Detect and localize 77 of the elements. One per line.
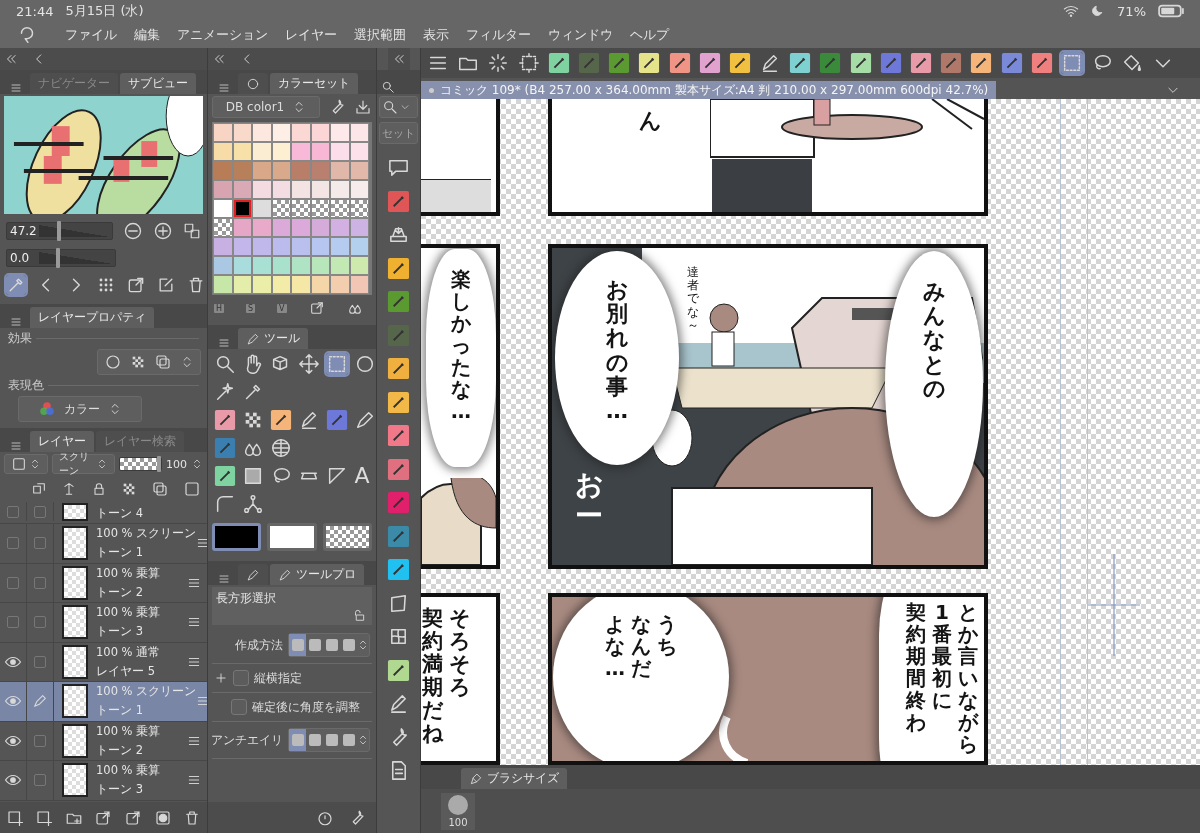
layer-blend-info: 100 % 乗算	[96, 763, 162, 779]
date-text: 5月15日 (水)	[65, 2, 144, 20]
layer-blend-info: 100 % 乗算	[96, 723, 162, 739]
panel-tab[interactable]: レイヤー	[30, 431, 94, 452]
layer-blend-info: 100 % スクリーン	[96, 684, 197, 700]
text-tool-button[interactable]: A	[354, 465, 370, 487]
layer-blend-info: 100 % スクリーン	[96, 526, 197, 542]
brush-size-preset[interactable]: 100	[441, 793, 475, 830]
speech-text: 契約満期だね	[421, 607, 445, 746]
sound-effect-text: おー	[574, 470, 605, 532]
layer-row[interactable]: 100 % スクリーン トーン 1	[0, 524, 207, 564]
panel-tab[interactable]: ブラシサイズ	[461, 768, 567, 789]
speech-text: うち	[656, 613, 678, 657]
speech-text: よな…	[604, 613, 626, 679]
clock-time: 21:44	[16, 3, 54, 19]
slider-value: 0.0	[10, 251, 30, 265]
menu-item[interactable]: ファイル	[65, 26, 117, 44]
channel-toggle[interactable]: S	[246, 303, 256, 313]
layer-blend-info: 100 % 通常	[96, 644, 162, 660]
layer-row[interactable]: 100 % 乗算 トーン 3	[0, 761, 207, 801]
set-dropdown[interactable]: セット	[379, 122, 418, 144]
tool-name: 長方形選択	[216, 591, 276, 605]
channel-toggle[interactable]: V	[277, 303, 287, 313]
menu-item[interactable]: 選択範囲	[354, 26, 406, 44]
menu-item[interactable]: アニメーション	[177, 26, 268, 44]
speech-text: 契約期間終わ	[905, 601, 927, 733]
layer-row[interactable]: 100 % スクリーン トーン 1	[0, 682, 207, 722]
layer-name: トーン 4	[96, 506, 144, 521]
sound-effect-text: ん	[638, 109, 663, 134]
layer-name: トーン 3	[96, 782, 144, 798]
blend-mode-dropdown[interactable]: スクリーン	[52, 454, 115, 474]
speech-text: そろそろ	[448, 607, 472, 702]
layer-blend-info: 100 % 乗算	[96, 565, 162, 581]
checkbox-label: 縦横指定	[254, 670, 302, 686]
handwritten-text: 達者でな～	[686, 266, 700, 332]
menu-item[interactable]: ウィンドウ	[548, 26, 613, 44]
layer-row[interactable]: 100 % 乗算 トーン 3	[0, 603, 207, 643]
panel-tab[interactable]: サブビュー	[120, 73, 196, 94]
speech-text: みんなとの	[921, 280, 947, 401]
document-tab[interactable]: コミック 109* (B4 257.00 x 364.00mm 製本サイズ:A4 判 210.00 x 297.00mm 600dpi 42.7%)	[421, 81, 997, 99]
menu-item[interactable]: 編集	[134, 26, 160, 44]
speech-text: 1番最初に	[931, 601, 953, 711]
layer-name: トーン 1	[96, 545, 144, 561]
layer-name: トーン 2	[96, 584, 144, 600]
slider-value: 47.2	[10, 224, 37, 238]
opacity-value: 100	[166, 457, 187, 471]
zoom-slider[interactable]: 47.2	[6, 222, 113, 240]
speech-text: 楽しかったな…	[450, 268, 472, 422]
layer-row[interactable]: トーン 4	[0, 502, 207, 524]
panel-tab[interactable]: ツール	[238, 328, 308, 349]
panel-tab[interactable]: カラーセット	[270, 73, 358, 94]
layer-blend-info: 100 % 乗算	[96, 605, 162, 621]
menu-item[interactable]: レイヤー	[285, 26, 337, 44]
layer-row[interactable]: 100 % 乗算 トーン 2	[0, 721, 207, 761]
layer-name: トーン 1	[96, 703, 144, 719]
checkbox-label: 確定後に角度を調整	[252, 699, 360, 715]
speech-text: お別れの事…	[604, 278, 630, 424]
layer-row[interactable]: 100 % 乗算 トーン 2	[0, 563, 207, 603]
battery-percent: 71%	[1117, 3, 1146, 19]
section-label: 表現色	[8, 377, 44, 394]
layer-name: トーン 2	[96, 742, 144, 758]
menu-item[interactable]: 表示	[423, 26, 449, 44]
color-mode-dropdown[interactable]: カラー	[18, 396, 142, 422]
layer-name: トーン 3	[96, 624, 144, 640]
property-label: アンチエイリ	[211, 732, 283, 748]
speech-text: なんだ	[630, 613, 652, 679]
panel-tab[interactable]: レイヤープロパティ	[30, 307, 154, 328]
color-set-dropdown[interactable]: DB color1	[212, 96, 320, 118]
layer-name: レイヤー 5	[96, 663, 156, 679]
menu-item[interactable]: フィルター	[466, 26, 531, 44]
channel-toggle[interactable]: H	[214, 303, 224, 313]
speech-text: とか言いながら	[957, 601, 979, 755]
menu-item[interactable]: ヘルプ	[630, 26, 669, 44]
section-label: 効果	[8, 330, 32, 347]
rotate-slider[interactable]: 0.0	[6, 249, 116, 267]
property-label: 作成方法	[235, 637, 283, 653]
panel-tab[interactable]: ツールプロ	[270, 564, 364, 585]
